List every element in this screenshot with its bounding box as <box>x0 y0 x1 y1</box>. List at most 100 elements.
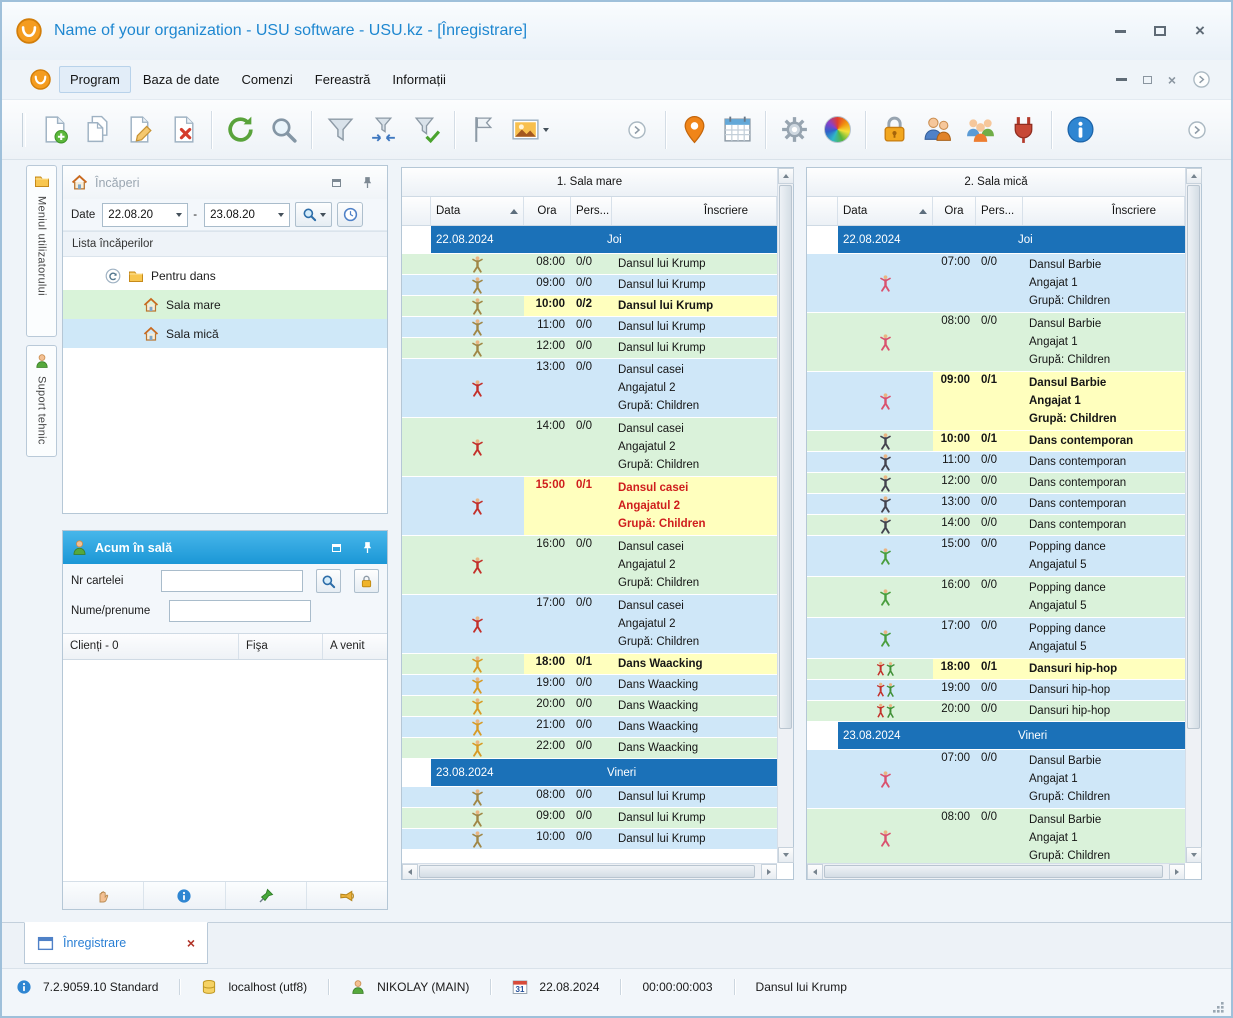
mdi-close-button[interactable]: × <box>1168 72 1176 88</box>
menu-fereastră[interactable]: Fereastră <box>305 67 381 92</box>
tree-item-sala-mare[interactable]: Sala mare <box>63 290 387 319</box>
toolbar-refresh-button[interactable] <box>220 107 260 153</box>
expander-icon[interactable] <box>105 268 121 284</box>
col-header-fisa[interactable]: Fişa <box>239 634 323 659</box>
col-header-data[interactable]: Data <box>838 197 933 225</box>
chevron-down-icon[interactable] <box>278 212 285 217</box>
schedule-row[interactable]: 09:00 0/0 Dansul lui Krump <box>402 275 777 296</box>
toolbar-flag-button[interactable] <box>463 107 503 153</box>
schedule-row[interactable]: 17:00 0/0 Dansul casei Angajatul 2 Grupă: … <box>402 595 777 654</box>
horizontal-scrollbar[interactable] <box>402 863 777 879</box>
scroll-left-button[interactable] <box>402 864 418 879</box>
schedule-row[interactable]: 21:00 0/0 Dans Waacking <box>402 717 777 738</box>
col-header-ora[interactable]: Ora <box>524 197 571 225</box>
info-button[interactable] <box>144 882 226 909</box>
toolbar-palette-button[interactable] <box>817 107 857 153</box>
toolbar-doc-edit-button[interactable] <box>120 107 160 153</box>
toolbar-doc-new-button[interactable] <box>34 107 74 153</box>
side-tab-suport-tehnic[interactable]: Suport tehnic <box>26 345 57 457</box>
scrollbar-thumb[interactable] <box>779 185 792 729</box>
col-header-pers[interactable]: Pers... <box>976 197 1023 225</box>
toolbar-filter-check-button[interactable] <box>406 107 446 153</box>
menu-program[interactable]: Program <box>59 66 131 93</box>
toolbar-doc-copy-button[interactable] <box>77 107 117 153</box>
schedule-row[interactable]: 18:00 0/1 Dans Waacking <box>402 654 777 675</box>
scroll-up-button[interactable] <box>1186 168 1202 184</box>
schedule-row[interactable]: 08:00 0/0 Dansul Barbie Angajat 1 Grupă: C… <box>807 809 1185 863</box>
toolbar-plug-button[interactable] <box>1003 107 1043 153</box>
toolbar-user-group-button[interactable] <box>960 107 1000 153</box>
scroll-down-button[interactable] <box>778 847 794 863</box>
schedule-row[interactable]: 19:00 0/0 Dansuri hip-hop <box>807 680 1185 701</box>
tree-item-sala-mica[interactable]: Sala mică <box>63 319 387 348</box>
schedule-date-row[interactable]: 23.08.2024 Vineri <box>402 759 777 787</box>
toolbar-nav-circle-button[interactable] <box>1177 107 1217 153</box>
schedule-row[interactable]: 15:00 0/1 Dansul casei Angajatul 2 Grupă: … <box>402 477 777 536</box>
col-header-ora[interactable]: Ora <box>933 197 976 225</box>
tree-item-pentru-dans[interactable]: Pentru dans <box>63 261 387 290</box>
schedule-row[interactable]: 08:00 0/0 Dansul Barbie Angajat 1 Grupă: C… <box>807 313 1185 372</box>
scrollbar-thumb[interactable] <box>1187 185 1200 729</box>
schedule-row[interactable]: 22:00 0/0 Dans Waacking <box>402 738 777 759</box>
toolbar-user-pair-button[interactable] <box>917 107 957 153</box>
client-search-button[interactable] <box>316 569 342 593</box>
scroll-right-button[interactable] <box>1169 864 1185 879</box>
menu-overflow-icon[interactable] <box>1192 70 1211 89</box>
schedule-row[interactable]: 14:00 0/0 Dansul casei Angajatul 2 Grupă: … <box>402 418 777 477</box>
now-pin-button[interactable] <box>359 540 375 556</box>
schedule-row[interactable]: 08:00 0/0 Dansul lui Krump <box>402 787 777 808</box>
lock-button[interactable] <box>354 569 379 593</box>
schedule-date-row[interactable]: 22.08.2024 Joi <box>807 226 1185 254</box>
toolbar-calendar-button[interactable] <box>717 107 757 153</box>
schedule-row[interactable]: 19:00 0/0 Dans Waacking <box>402 675 777 696</box>
rooms-clock-button[interactable] <box>337 202 364 227</box>
schedule-row[interactable]: 11:00 0/0 Dans contemporan <box>807 452 1185 473</box>
rooms-maximize-button[interactable] <box>328 175 344 191</box>
tab-close-icon[interactable]: × <box>187 935 195 951</box>
col-header-marker[interactable] <box>807 197 838 225</box>
chevron-down-icon[interactable] <box>543 127 549 132</box>
schedule-row[interactable]: 20:00 0/0 Dans Waacking <box>402 696 777 717</box>
resize-grip[interactable] <box>1211 1000 1225 1014</box>
toolbar-location-pin-button[interactable] <box>674 107 714 153</box>
rooms-search-button[interactable] <box>295 202 333 227</box>
schedule-row[interactable]: 15:00 0/0 Popping dance Angajatul 5 <box>807 536 1185 577</box>
announce-button[interactable] <box>306 882 387 909</box>
schedule-row[interactable]: 10:00 0/0 Dansul lui Krump <box>402 829 777 850</box>
schedule-row[interactable]: 13:00 0/0 Dans contemporan <box>807 494 1185 515</box>
col-header-inscriere[interactable]: Înscriere <box>1023 197 1185 225</box>
col-header-inscriere[interactable]: Înscriere <box>612 197 777 225</box>
schedule-row[interactable]: 09:00 0/0 Dansul lui Krump <box>402 808 777 829</box>
toolbar-gear-button[interactable] <box>774 107 814 153</box>
rooms-pin-button[interactable] <box>359 175 375 191</box>
toolbar-filter-button[interactable] <box>320 107 360 153</box>
now-maximize-button[interactable] <box>328 540 344 556</box>
scrollbar-thumb[interactable] <box>824 865 1163 878</box>
mdi-minimize-button[interactable] <box>1115 78 1127 81</box>
schedule-row[interactable]: 13:00 0/0 Dansul casei Angajatul 2 Grupă: … <box>402 359 777 418</box>
scroll-right-button[interactable] <box>761 864 777 879</box>
vertical-scrollbar[interactable] <box>1185 168 1202 863</box>
date-from-input[interactable]: 22.08.20 <box>102 202 189 227</box>
status-info-icon[interactable] <box>16 979 32 995</box>
schedule-row[interactable]: 11:00 0/0 Dansul lui Krump <box>402 317 777 338</box>
toolbar-info-button[interactable] <box>1060 107 1100 153</box>
schedule-row[interactable]: 16:00 0/0 Dansul casei Angajatul 2 Grupă: … <box>402 536 777 595</box>
usu-menu-icon[interactable] <box>30 69 51 90</box>
col-header-marker[interactable] <box>402 197 431 225</box>
chevron-down-icon[interactable] <box>176 212 183 217</box>
menu-informații[interactable]: Informații <box>382 67 455 92</box>
schedule-row[interactable]: 14:00 0/0 Dans contemporan <box>807 515 1185 536</box>
schedule-row[interactable]: 07:00 0/0 Dansul Barbie Angajat 1 Grupă: C… <box>807 254 1185 313</box>
col-header-clients[interactable]: Clienți - 0 <box>63 634 239 659</box>
schedule-row[interactable]: 10:00 0/1 Dans contemporan <box>807 431 1185 452</box>
toolbar-filter-arrows-button[interactable] <box>363 107 403 153</box>
schedule-date-row[interactable]: 23.08.2024 Vineri <box>807 722 1185 750</box>
date-to-input[interactable]: 23.08.20 <box>204 202 291 227</box>
mdi-restore-button[interactable] <box>1142 75 1152 84</box>
scrollbar-thumb[interactable] <box>419 865 755 878</box>
col-header-pers[interactable]: Pers... <box>571 197 612 225</box>
toolbar-nav-circle-button[interactable] <box>617 107 657 153</box>
toolbar-grip[interactable] <box>22 112 26 147</box>
scroll-down-button[interactable] <box>1186 847 1202 863</box>
